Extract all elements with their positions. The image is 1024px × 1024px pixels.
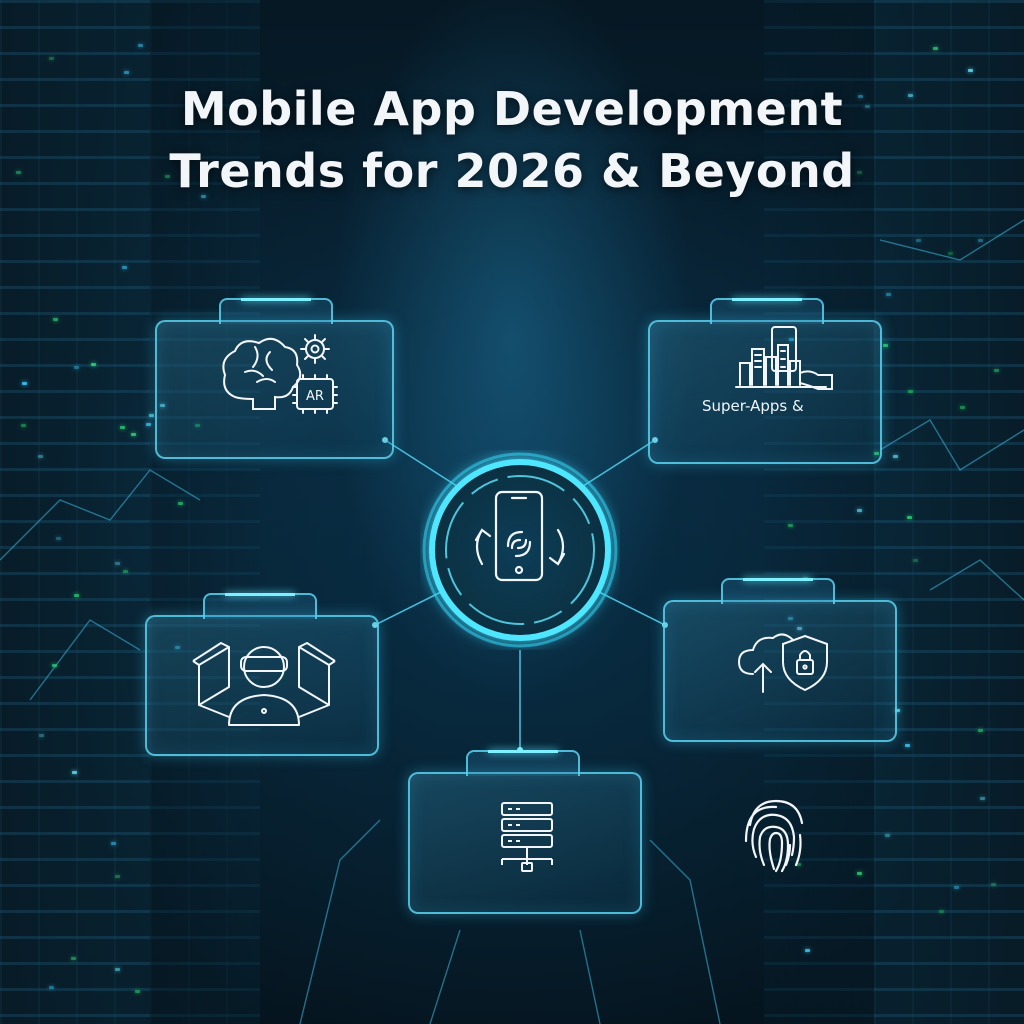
super-app-city-icon [735, 326, 833, 390]
page-title: Mobile App Development Trends for 2026 &… [0, 78, 1024, 202]
fingerprint-icon [744, 799, 804, 873]
title-line-1: Mobile App Development [180, 82, 844, 136]
card-super-apps: Super-Apps & [648, 298, 882, 464]
server-stack-icon [501, 802, 553, 872]
svg-text:AR: AR [306, 389, 324, 404]
card-vr [145, 593, 379, 756]
cloud-security-icon [737, 633, 828, 693]
title-line-2: Trends for 2026 & Beyond [169, 144, 855, 198]
brain-ai-ar-icon: AR [222, 334, 338, 414]
card-super-apps-label: Super-Apps & [702, 397, 804, 415]
central-hub [422, 452, 618, 648]
card-servers [408, 750, 642, 914]
card-ai-ar: AR [155, 298, 394, 459]
card-cloud-security [663, 578, 897, 742]
vr-user-icon [192, 642, 336, 726]
